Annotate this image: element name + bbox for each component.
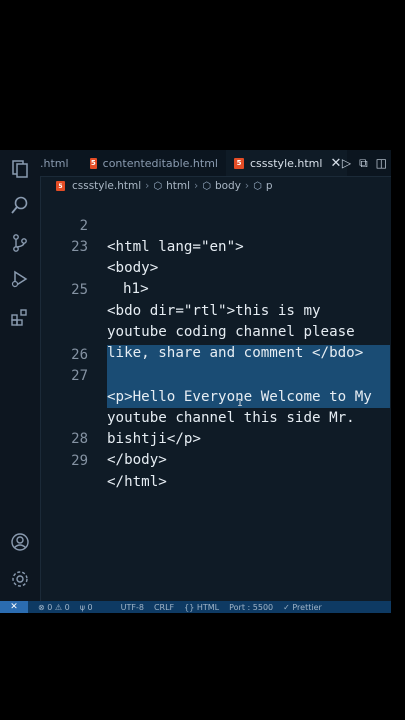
prettier-indicator[interactable]: ✓ Prettier	[283, 603, 322, 612]
code-line: youtube coding channel please	[40, 280, 391, 340]
explorer-icon[interactable]	[9, 158, 31, 180]
code-line: 27 <p>Hello Everyone Welcome to My	[40, 345, 391, 405]
activity-bar	[0, 150, 41, 601]
close-tab-icon[interactable]: ✕	[330, 156, 341, 171]
language-indicator[interactable]: {} HTML	[184, 603, 219, 612]
breadcrumb-file[interactable]: cssstyle.html	[72, 180, 141, 192]
breadcrumb: 5 cssstyle.html › ⬡ html › ⬡ body › ⬡ p	[40, 177, 391, 195]
code-line: 2 <html lang="en">	[40, 195, 391, 255]
tab-label: .html	[40, 156, 69, 170]
html5-icon: 5	[234, 157, 244, 169]
html5-icon: 5	[56, 181, 65, 191]
code-line: like, share and comment </bdo>	[40, 301, 391, 361]
tab-label: cssstyle.html	[250, 156, 323, 170]
element-icon: ⬡	[253, 180, 262, 192]
breadcrumb-html[interactable]: html	[166, 180, 190, 192]
code-line: 29 </html>	[40, 430, 391, 490]
code-text: </body>	[107, 452, 167, 468]
line-number: 29	[71, 453, 88, 469]
eol-indicator[interactable]: CRLF	[154, 603, 174, 612]
element-icon: ⬡	[153, 180, 163, 192]
mouse-ibeam-icon: I	[237, 398, 244, 409]
breadcrumb-body[interactable]: body	[215, 180, 241, 192]
run-debug-icon[interactable]	[9, 268, 31, 290]
split-editor-icon[interactable]: ◫	[376, 156, 387, 170]
account-icon[interactable]	[9, 531, 31, 553]
code-line: youtube channel this side Mr.	[40, 366, 391, 426]
encoding-indicator[interactable]: UTF-8	[121, 603, 144, 612]
code-line: 28 </body>	[40, 408, 391, 468]
extensions-icon[interactable]	[9, 306, 31, 328]
chevron-right-icon: ›	[145, 180, 150, 192]
tab-contenteditable[interactable]: 5 contenteditable.html	[90, 150, 218, 176]
tab-html[interactable]: .html	[40, 150, 82, 176]
source-control-icon[interactable]	[9, 232, 31, 254]
search-icon[interactable]	[9, 194, 31, 216]
run-icon[interactable]: ▷	[342, 156, 351, 170]
tab-label: contenteditable.html	[102, 156, 218, 170]
chevron-right-icon: ›	[244, 180, 250, 192]
open-preview-icon[interactable]: ⧉	[359, 156, 368, 171]
code-line: bishtji</p>	[40, 387, 391, 447]
editor-actions: ▷ ⧉ ◫	[342, 150, 387, 176]
code-text: </html>	[107, 474, 167, 490]
status-bar: ✕ ⊗ 0 ⚠ 0 ψ 0 UTF-8 CRLF {} HTML Port : …	[0, 601, 391, 613]
html5-icon: 5	[90, 157, 97, 169]
problems-indicator[interactable]: ⊗ 0 ⚠ 0	[38, 603, 70, 612]
code-line: 25 <bdo dir="rtl">this is my	[40, 259, 391, 319]
live-server-indicator[interactable]: Port : 5500	[229, 603, 273, 612]
element-icon: ⬡	[202, 180, 211, 192]
chevron-right-icon: ›	[194, 180, 199, 192]
breadcrumb-p[interactable]: p	[266, 180, 273, 192]
editor-tab-bar: .html 5 contenteditable.html 5 cssstyle.…	[40, 150, 391, 177]
code-line: h1>	[40, 237, 391, 297]
code-line: 23 <body>	[40, 216, 391, 276]
settings-gear-icon[interactable]	[9, 568, 31, 590]
tab-cssstyle[interactable]: 5 cssstyle.html ✕	[226, 150, 348, 176]
vscode-window: .html 5 contenteditable.html 5 cssstyle.…	[0, 150, 391, 613]
remote-indicator[interactable]: ✕	[0, 601, 28, 613]
code-editor[interactable]: 2 <html lang="en"> 23 <body> h1> 25 <bdo…	[40, 195, 391, 595]
ports-indicator[interactable]: ψ 0	[80, 603, 93, 612]
code-line: 26	[40, 324, 391, 363]
